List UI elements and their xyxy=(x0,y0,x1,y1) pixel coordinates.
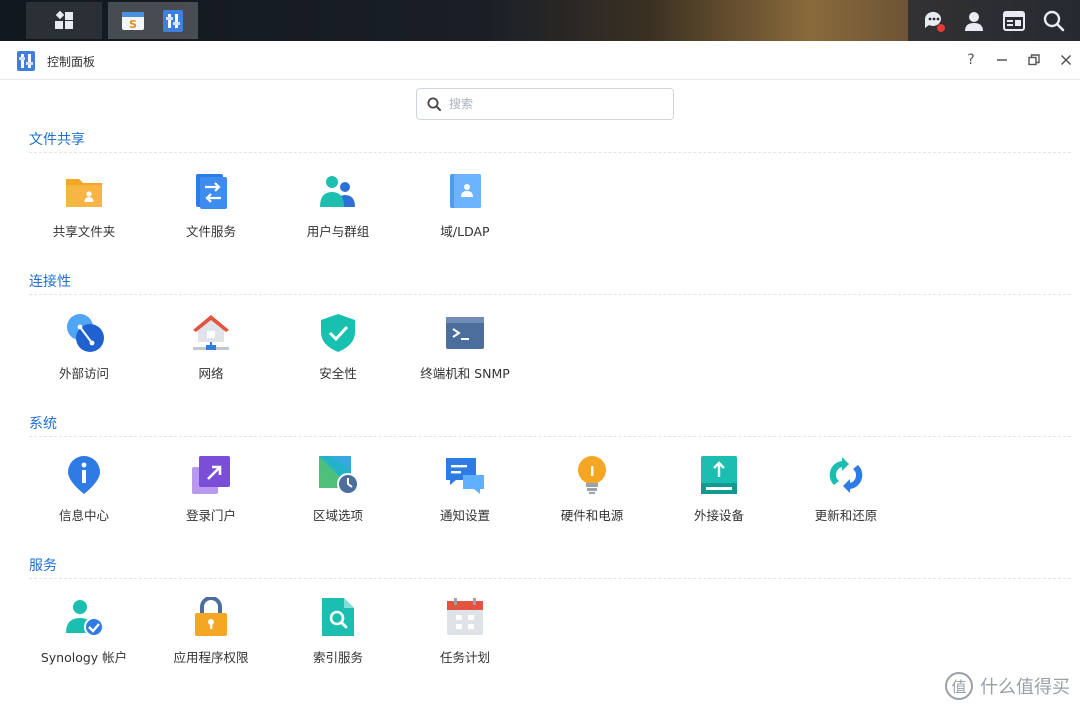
tile-hardware-power[interactable]: 硬件和电源 xyxy=(528,455,656,535)
tile-label: 域/LDAP xyxy=(440,224,490,239)
restore-button[interactable] xyxy=(1025,51,1043,69)
search-box xyxy=(416,88,674,120)
notification-icon xyxy=(446,458,484,494)
terminal-icon xyxy=(446,317,484,349)
indexing-icon xyxy=(322,598,354,636)
user-icon xyxy=(965,11,983,31)
tile-label: 共享文件夹 xyxy=(52,224,116,239)
regional-options-icon xyxy=(319,456,358,495)
tile-info-center[interactable]: 信息中心 xyxy=(20,455,148,535)
tile-user-group[interactable]: 用户与群组 xyxy=(274,171,402,251)
section-title-connectivity: 连接性 xyxy=(29,274,71,290)
calendar-icon xyxy=(447,598,483,635)
minimize-button[interactable] xyxy=(993,51,1011,69)
window-title: 控制面板 xyxy=(47,55,96,69)
tile-file-services[interactable]: 文件服务 xyxy=(147,171,275,251)
window-header: 控制面板 ? xyxy=(0,41,1080,80)
tile-label: 硬件和电源 xyxy=(560,508,624,523)
notification-button[interactable] xyxy=(920,7,948,35)
svg-text:值: 值 xyxy=(951,678,966,696)
tile-label: 应用程序权限 xyxy=(173,650,249,665)
domain-ldap-icon xyxy=(450,174,481,208)
main-menu-button[interactable] xyxy=(26,2,102,39)
tile-terminal-snmp[interactable]: 终端机和 SNMP xyxy=(401,313,529,393)
tile-label: 终端机和 SNMP xyxy=(420,366,510,381)
tile-shared-folder[interactable]: 共享文件夹 xyxy=(20,171,148,251)
user-group-icon xyxy=(320,176,355,207)
svg-text:S: S xyxy=(129,18,137,31)
main-menu-icon xyxy=(55,10,73,29)
tile-update-restore[interactable]: 更新和还原 xyxy=(782,455,910,535)
close-button[interactable] xyxy=(1057,51,1075,69)
tile-regional-options[interactable]: 区域选项 xyxy=(274,455,402,535)
minimize-icon xyxy=(997,59,1007,61)
tile-network[interactable]: 网络 xyxy=(147,313,275,393)
section-title-services: 服务 xyxy=(29,558,57,574)
section-title-system: 系统 xyxy=(29,416,57,432)
search-button[interactable] xyxy=(1040,7,1068,35)
tile-external-access[interactable]: 外部访问 xyxy=(20,313,148,393)
lock-icon xyxy=(195,597,227,636)
widgets-button[interactable] xyxy=(1000,7,1028,35)
tile-domain-ldap[interactable]: 域/LDAP xyxy=(401,171,529,251)
login-portal-icon xyxy=(192,456,230,494)
chat-icon xyxy=(924,11,945,32)
widgets-icon xyxy=(1003,10,1025,31)
tile-task-scheduler[interactable]: 任务计划 xyxy=(401,597,529,677)
tile-label: 用户与群组 xyxy=(306,224,370,239)
watermark-logo-icon: 值 xyxy=(945,672,973,700)
section-title-file-sharing: 文件共享 xyxy=(29,132,85,148)
divider xyxy=(29,294,1071,295)
file-services-icon xyxy=(196,174,227,209)
tile-login-portal[interactable]: 登录门户 xyxy=(147,455,275,535)
info-center-icon xyxy=(68,456,100,494)
package-center-icon[interactable]: S xyxy=(120,8,146,34)
tile-external-devices[interactable]: 外接设备 xyxy=(655,455,783,535)
tile-label: 文件服务 xyxy=(185,224,236,239)
control-panel-taskbar-icon[interactable] xyxy=(160,8,186,34)
restore-icon xyxy=(1028,54,1040,66)
tile-security[interactable]: 安全性 xyxy=(274,313,402,393)
divider xyxy=(29,152,1071,153)
tile-label: 信息中心 xyxy=(58,508,109,523)
search-input[interactable] xyxy=(449,97,649,111)
tile-label: 区域选项 xyxy=(312,508,363,523)
lightbulb-icon xyxy=(578,456,606,494)
tile-label: 外接设备 xyxy=(693,508,744,523)
external-access-icon xyxy=(67,314,104,352)
tile-label: 通知设置 xyxy=(439,508,490,523)
tile-label: 任务计划 xyxy=(439,650,490,665)
synology-account-icon xyxy=(66,600,104,637)
external-device-icon xyxy=(701,456,737,494)
tile-label: 登录门户 xyxy=(185,508,236,523)
help-icon: ? xyxy=(967,52,975,68)
taskbar-tray xyxy=(908,0,1080,41)
tile-label: 外部访问 xyxy=(58,366,109,381)
search-icon xyxy=(427,97,441,111)
tile-app-privileges[interactable]: 应用程序权限 xyxy=(147,597,275,677)
tile-label: 索引服务 xyxy=(312,650,363,665)
watermark-text: 什么值得买 xyxy=(980,677,1070,698)
tile-notification[interactable]: 通知设置 xyxy=(401,455,529,535)
update-restore-icon xyxy=(829,457,863,493)
taskbar-apps: S xyxy=(108,2,198,39)
tile-label: 安全性 xyxy=(319,366,357,381)
taskbar: S xyxy=(0,0,1080,41)
watermark: 值 什么值得买 xyxy=(944,671,1070,701)
tile-synology-account[interactable]: Synology 帐户 xyxy=(20,597,148,677)
tile-label: 网络 xyxy=(198,366,224,381)
close-icon xyxy=(1060,54,1072,66)
user-button[interactable] xyxy=(960,7,988,35)
divider xyxy=(29,436,1071,437)
help-button[interactable]: ? xyxy=(962,51,980,69)
search-icon xyxy=(1043,10,1065,31)
control-panel-icon xyxy=(17,51,35,71)
divider xyxy=(29,578,1071,579)
tile-indexing-service[interactable]: 索引服务 xyxy=(274,597,402,677)
tile-label: Synology 帐户 xyxy=(40,650,128,665)
network-icon xyxy=(193,315,229,350)
shield-icon xyxy=(321,314,355,352)
shared-folder-icon xyxy=(66,179,102,207)
tile-label: 更新和还原 xyxy=(814,508,878,523)
